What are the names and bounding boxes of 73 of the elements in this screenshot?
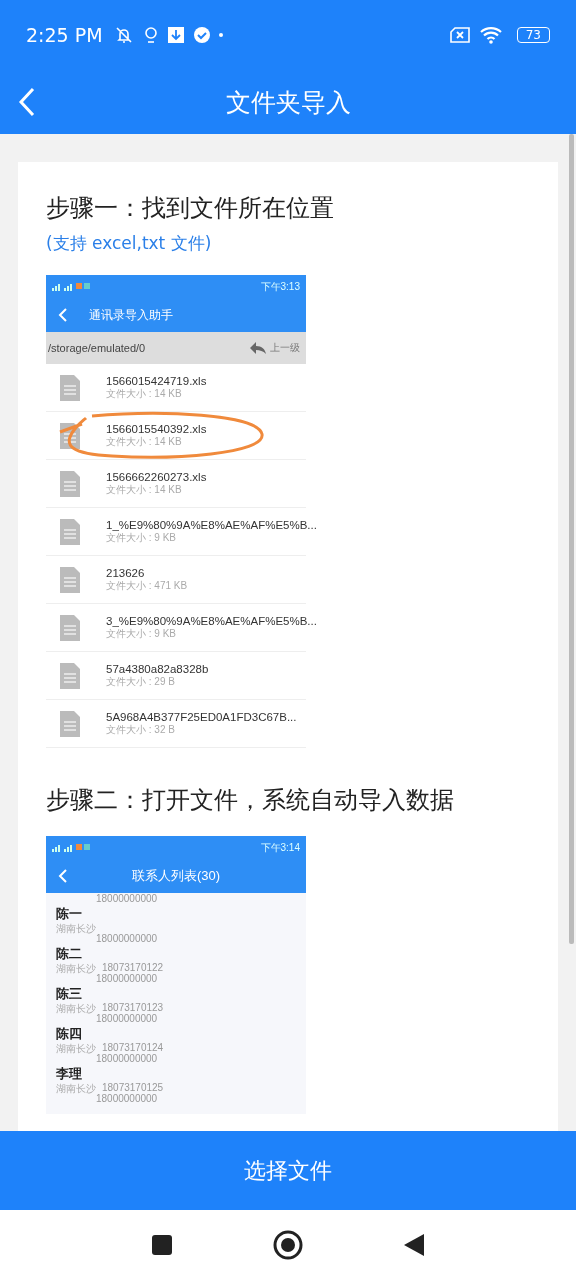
contact-city: 湖南长沙 — [56, 1003, 96, 1014]
page-title: 文件夹导入 — [225, 86, 351, 119]
signal-icon — [52, 843, 92, 852]
document-icon — [60, 470, 80, 497]
check-circle-icon — [192, 26, 211, 44]
file-row[interactable]: 57a4380a82a8328b 文件大小 : 29 B — [46, 652, 306, 700]
dot-icon — [218, 33, 223, 37]
file-row[interactable]: 213626 文件大小 : 471 KB — [46, 556, 306, 604]
contact-name: 陈二 — [56, 946, 83, 962]
up-level-label: 上一级 — [270, 341, 300, 355]
phone-number: 18073170125 — [102, 1083, 164, 1094]
document-icon — [60, 662, 80, 689]
file-name: 3_%E9%80%9A%E8%AE%AF%E5%B... — [106, 614, 317, 627]
contact-city: 湖南长沙 — [56, 1083, 96, 1094]
document-icon — [60, 710, 80, 737]
no-sim-icon — [448, 26, 471, 44]
file-row[interactable]: 1566662260273.xls 文件大小 : 14 KB — [46, 460, 306, 508]
file-row[interactable]: 1566015424719.xls 文件大小 : 14 KB — [46, 364, 306, 412]
screen-title: 通讯录导入助手 — [89, 306, 173, 324]
file-size: 文件大小 : 14 KB — [106, 434, 183, 449]
file-size: 文件大小 : 9 KB — [106, 531, 177, 545]
file-name: 1566662260273.xls — [106, 470, 207, 483]
recent-apps-icon[interactable] — [151, 1234, 173, 1256]
contact-city: 湖南长沙 — [56, 1043, 96, 1054]
file-name: 1_%E9%80%9A%E8%AE%AF%E5%B... — [106, 518, 317, 531]
file-size: 文件大小 : 29 B — [106, 674, 176, 689]
contact-name: 陈四 — [56, 1026, 83, 1042]
choose-file-button[interactable]: 选择文件 — [0, 1131, 576, 1210]
file-row[interactable]: 5A968A4B377F25ED0A1FD3C67B... 文件大小 : 32 B — [46, 700, 306, 748]
contact-city: 湖南长沙 — [56, 923, 96, 934]
phone-number: 18000000000 — [96, 974, 159, 984]
phone-number: 18000000000 — [96, 893, 159, 904]
signal-icon — [52, 282, 92, 291]
file-name: 57a4380a82a8328b — [106, 662, 209, 675]
contact-name: 李理 — [56, 1066, 83, 1082]
step-title: 步骤二：打开文件，系统自动导入数据 — [46, 785, 455, 816]
back-icon[interactable] — [403, 1233, 425, 1257]
home-icon[interactable] — [273, 1230, 303, 1260]
reply-arrow-icon — [250, 342, 266, 354]
document-icon — [60, 566, 80, 593]
file-size: 文件大小 : 14 KB — [106, 386, 183, 401]
step-title: 步骤一：找到文件所在位置 — [46, 193, 335, 224]
file-name: 1566015540392.xls — [106, 422, 207, 435]
document-icon — [60, 374, 80, 401]
path-text: /storage/emulated/0 — [48, 342, 146, 354]
status-time: 下午3:14 — [260, 840, 300, 855]
file-size: 文件大小 : 14 KB — [106, 482, 183, 497]
file-name: 1566015424719.xls — [106, 374, 207, 387]
phone-number: 18073170122 — [102, 963, 164, 974]
status-time: 2:25 PM — [26, 24, 103, 46]
back-icon — [58, 869, 67, 883]
phone-number: 18000000000 — [96, 1014, 159, 1024]
file-size: 文件大小 : 471 KB — [106, 578, 188, 593]
contact-name: 陈三 — [56, 986, 83, 1002]
document-icon — [60, 518, 80, 545]
file-name: 5A968A4B377F25ED0A1FD3C67B... — [106, 710, 297, 723]
phone-number: 18000000000 — [96, 934, 159, 944]
document-icon — [60, 614, 80, 641]
step-hint: (支持 excel,txt 文件) — [46, 232, 213, 255]
screen-title: 联系人列表(30) — [130, 867, 222, 885]
phone-number: 18073170124 — [102, 1043, 164, 1054]
status-time: 下午3:13 — [260, 279, 300, 294]
phone-number: 18000000000 — [96, 1094, 159, 1104]
phone-number: 18000000000 — [96, 1054, 159, 1064]
back-icon — [58, 308, 67, 322]
file-size: 文件大小 : 9 KB — [106, 627, 177, 641]
contact-city: 湖南长沙 — [56, 963, 96, 974]
file-size: 文件大小 : 32 B — [106, 722, 176, 737]
contact-name: 陈一 — [56, 906, 83, 922]
phone-number: 18073170123 — [102, 1003, 164, 1014]
battery-level: 73 — [516, 27, 550, 43]
download-image-icon — [166, 26, 185, 44]
file-name: 213626 — [106, 566, 146, 579]
